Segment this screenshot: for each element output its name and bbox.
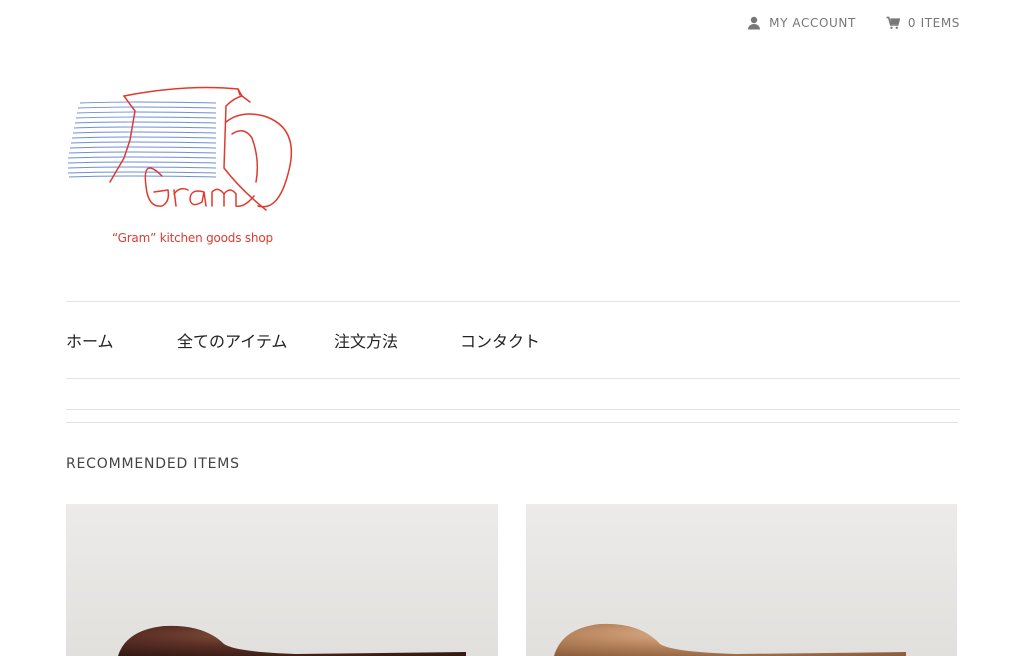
user-icon <box>748 16 761 30</box>
divider <box>66 301 960 302</box>
product-card-image[interactable] <box>526 504 957 656</box>
site-logo[interactable]: “Gram” kitchen goods shop <box>66 82 302 252</box>
cart-icon <box>886 16 900 29</box>
cart-label: 0 ITEMS <box>907 16 960 30</box>
light-wooden-spoon-photo <box>526 504 957 656</box>
nav-item-how-to-order[interactable]: 注文方法 <box>334 328 460 352</box>
cart-link[interactable]: 0 ITEMS <box>886 16 960 30</box>
logo-tagline: “Gram” kitchen goods shop <box>112 231 273 245</box>
my-account-label: MY ACCOUNT <box>769 16 856 30</box>
jug-logo-illustration <box>67 86 293 211</box>
divider <box>66 378 960 379</box>
divider <box>66 409 960 410</box>
main-navigation: ホーム 全てのアイテム 注文方法 コンタクト <box>66 328 540 352</box>
divider <box>66 422 958 423</box>
product-card-image[interactable] <box>66 504 498 656</box>
nav-item-home[interactable]: ホーム <box>66 328 177 352</box>
my-account-link[interactable]: MY ACCOUNT <box>747 16 856 30</box>
top-bar: MY ACCOUNT 0 ITEMS <box>747 16 960 30</box>
dark-wooden-spoon-photo <box>66 504 498 656</box>
section-title-recommended: RECOMMENDED ITEMS <box>66 456 240 472</box>
nav-item-contact[interactable]: コンタクト <box>460 328 540 352</box>
nav-item-all-items[interactable]: 全てのアイテム <box>177 328 334 352</box>
